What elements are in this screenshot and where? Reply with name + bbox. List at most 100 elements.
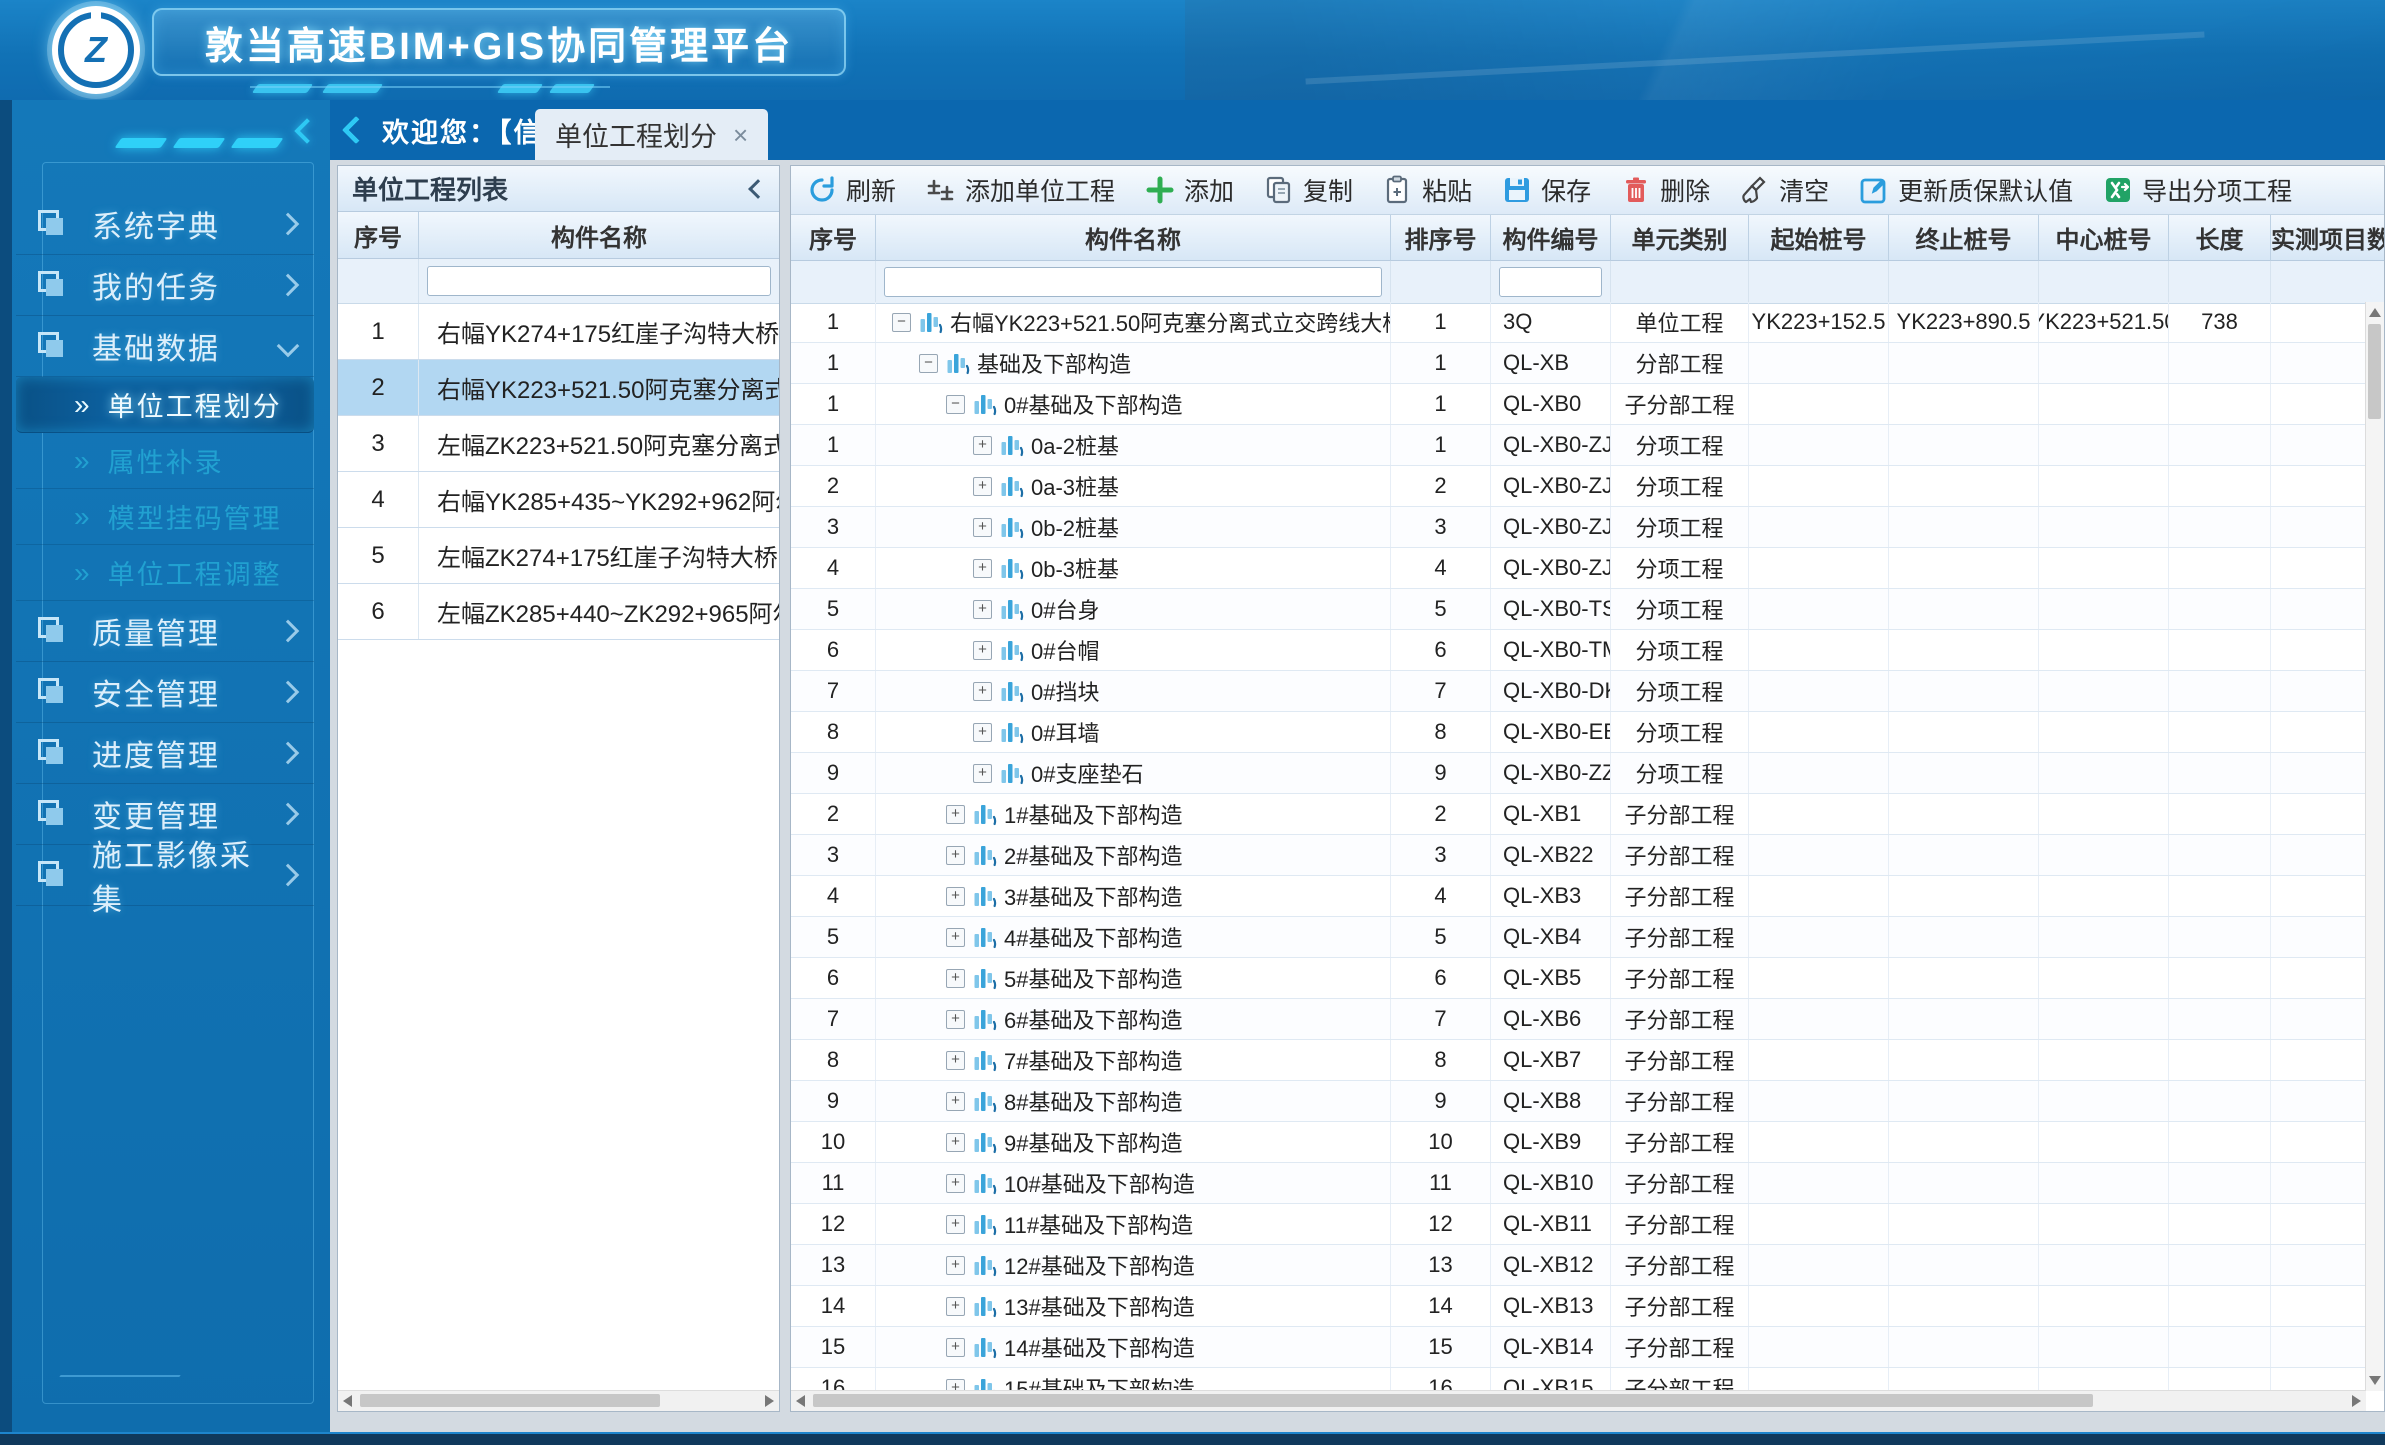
table-row[interactable]: 15+14#基础及下部构造15QL-XB14子分部工程 [791,1327,2366,1368]
table-row[interactable]: 1+0a-2桩基1QL-XB0-ZJ0分项工程 [791,425,2366,466]
expand-node-icon[interactable]: + [973,600,992,619]
grid-vertical-scrollbar[interactable] [2365,302,2384,1391]
tab-unit-project-division[interactable]: 单位工程划分 × [535,109,768,160]
collapse-node-icon[interactable]: − [892,313,911,332]
expand-node-icon[interactable]: + [973,559,992,578]
sidebar-item-11[interactable]: 施工影像采集 [16,845,314,906]
list-item[interactable]: 2右幅YK223+521.50阿克塞分离式立交跨线大桥 [338,360,779,416]
table-row[interactable]: 4+0b-3桩基4QL-XB0-ZJ3分项工程 [791,548,2366,589]
sidebar-item-9[interactable]: 进度管理 [16,723,314,784]
expand-node-icon[interactable]: + [973,477,992,496]
tab-close-icon[interactable]: × [733,122,748,148]
table-row[interactable]: 13+12#基础及下部构造13QL-XB12子分部工程 [791,1245,2366,1286]
table-row[interactable]: 3+2#基础及下部构造3QL-XB22子分部工程 [791,835,2366,876]
table-row[interactable]: 1−0#基础及下部构造1QL-XB0子分部工程 [791,384,2366,425]
table-row[interactable]: 7+0#挡块7QL-XB0-DK0分项工程 [791,671,2366,712]
sidebar-item-5[interactable]: »模型挂码管理 [16,489,314,545]
expand-node-icon[interactable]: + [946,1051,965,1070]
table-row[interactable]: 2+1#基础及下部构造2QL-XB1子分部工程 [791,794,2366,835]
expand-node-icon[interactable]: + [946,928,965,947]
clear-button[interactable]: 清空 [1740,172,1829,208]
sidebar-item-3[interactable]: »单位工程划分 [16,377,314,433]
expand-node-icon[interactable]: + [946,1133,965,1152]
sidebar-item-7[interactable]: 质量管理 [16,601,314,662]
expand-node-icon[interactable]: + [973,764,992,783]
sidebar-item-2[interactable]: 基础数据 [16,316,314,377]
scrollbar-thumb[interactable] [360,1394,660,1407]
scroll-right-arrow-icon[interactable] [2352,1395,2361,1407]
add-button[interactable]: 添加 [1145,172,1234,208]
sidebar-item-1[interactable]: 我的任务 [16,255,314,316]
list-item[interactable]: 1右幅YK274+175红崖子沟特大桥 [338,304,779,360]
scrollbar-thumb[interactable] [813,1394,2093,1407]
expand-node-icon[interactable]: + [946,1338,965,1357]
expand-node-icon[interactable]: + [946,887,965,906]
sidebar-collapse-icon[interactable] [294,118,319,143]
expand-node-icon[interactable]: + [946,1297,965,1316]
expand-node-icon[interactable]: + [973,723,992,742]
table-row[interactable]: 8+0#耳墙8QL-XB0-EBQ0分项工程 [791,712,2366,753]
paste-button[interactable]: 粘贴 [1383,172,1472,208]
list-item[interactable]: 4右幅YK285+435~YK292+962阿尔金山特长隧道 [338,472,779,528]
sidebar-item-8[interactable]: 安全管理 [16,662,314,723]
expand-node-icon[interactable]: + [946,1256,965,1275]
expand-node-icon[interactable]: + [973,682,992,701]
table-row[interactable]: 5+4#基础及下部构造5QL-XB4子分部工程 [791,917,2366,958]
expand-node-icon[interactable]: + [946,1174,965,1193]
table-row[interactable]: 4+3#基础及下部构造4QL-XB3子分部工程 [791,876,2366,917]
update-default-button[interactable]: 更新质保默认值 [1859,172,2073,208]
table-row[interactable]: 9+8#基础及下部构造9QL-XB8子分部工程 [791,1081,2366,1122]
list-item[interactable]: 6左幅ZK285+440~ZK292+965阿尔金山特长隧道 [338,584,779,640]
list-item[interactable]: 5左幅ZK274+175红崖子沟特大桥 [338,528,779,584]
grid-code-filter-input[interactable] [1499,267,1602,297]
expand-node-icon[interactable]: + [946,1215,965,1234]
expand-node-icon[interactable]: + [946,969,965,988]
table-row[interactable]: 1−右幅YK223+521.50阿克塞分离式立交跨线大桥13Q单位工程YK223… [791,302,2366,343]
sidebar-item-4[interactable]: »属性补录 [16,433,314,489]
copy-button[interactable]: 复制 [1264,172,1353,208]
expand-node-icon[interactable]: + [946,1010,965,1029]
sidebar-item-6[interactable]: »单位工程调整 [16,545,314,601]
scrollbar-thumb[interactable] [2368,324,2381,419]
expand-node-icon[interactable]: + [946,846,965,865]
scroll-up-arrow-icon[interactable] [2369,308,2381,317]
expand-node-icon[interactable]: + [946,805,965,824]
export-excel-button[interactable]: 导出分项工程 [2103,172,2292,208]
table-row[interactable]: 7+6#基础及下部构造7QL-XB6子分部工程 [791,999,2366,1040]
list-item[interactable]: 3左幅ZK223+521.50阿克塞分离式立交跨线大桥 [338,416,779,472]
scroll-left-arrow-icon[interactable] [343,1395,352,1407]
grid-horizontal-scrollbar[interactable] [791,1390,2366,1411]
table-row[interactable]: 2+0a-3桩基2QL-XB0-ZJ1分项工程 [791,466,2366,507]
table-row[interactable]: 9+0#支座垫石9QL-XB0-ZZDS0分项工程 [791,753,2366,794]
table-row[interactable]: 8+7#基础及下部构造8QL-XB7子分部工程 [791,1040,2366,1081]
expand-node-icon[interactable]: + [973,518,992,537]
table-row[interactable]: 6+5#基础及下部构造6QL-XB5子分部工程 [791,958,2366,999]
left-name-filter-input[interactable] [427,266,771,296]
table-row[interactable]: 5+0#台身5QL-XB0-TS0分项工程 [791,589,2366,630]
scroll-right-arrow-icon[interactable] [765,1395,774,1407]
table-row[interactable]: 11+10#基础及下部构造11QL-XB10子分部工程 [791,1163,2366,1204]
table-row[interactable]: 10+9#基础及下部构造10QL-XB9子分部工程 [791,1122,2366,1163]
save-button[interactable]: 保存 [1502,172,1591,208]
table-row[interactable]: 14+13#基础及下部构造14QL-XB13子分部工程 [791,1286,2366,1327]
collapse-node-icon[interactable]: − [919,354,938,373]
refresh-button[interactable]: 刷新 [807,172,896,208]
panel-collapse-icon[interactable] [748,179,768,199]
scroll-down-arrow-icon[interactable] [2369,1376,2381,1385]
expand-node-icon[interactable]: + [946,1092,965,1111]
collapse-node-icon[interactable]: − [946,395,965,414]
left-horizontal-scrollbar[interactable] [338,1390,779,1411]
table-row[interactable]: 3+0b-2桩基3QL-XB0-ZJ2分项工程 [791,507,2366,548]
back-chevron-icon[interactable] [342,116,370,144]
table-row[interactable]: 1−基础及下部构造1QL-XB分部工程 [791,343,2366,384]
expand-node-icon[interactable]: + [973,436,992,455]
sidebar-item-0[interactable]: 系统字典 [16,194,314,255]
grid-name-filter-input[interactable] [884,267,1382,297]
table-row[interactable]: 6+0#台帽6QL-XB0-TM0分项工程 [791,630,2366,671]
delete-button[interactable]: 删除 [1621,172,1710,208]
expand-node-icon[interactable]: + [973,641,992,660]
table-row[interactable]: 16+15#基础及下部构造16QL-XB15子分部工程 [791,1368,2366,1391]
add-unit-button[interactable]: 添加单位工程 [926,172,1115,208]
table-row[interactable]: 12+11#基础及下部构造12QL-XB11子分部工程 [791,1204,2366,1245]
scroll-left-arrow-icon[interactable] [796,1395,805,1407]
